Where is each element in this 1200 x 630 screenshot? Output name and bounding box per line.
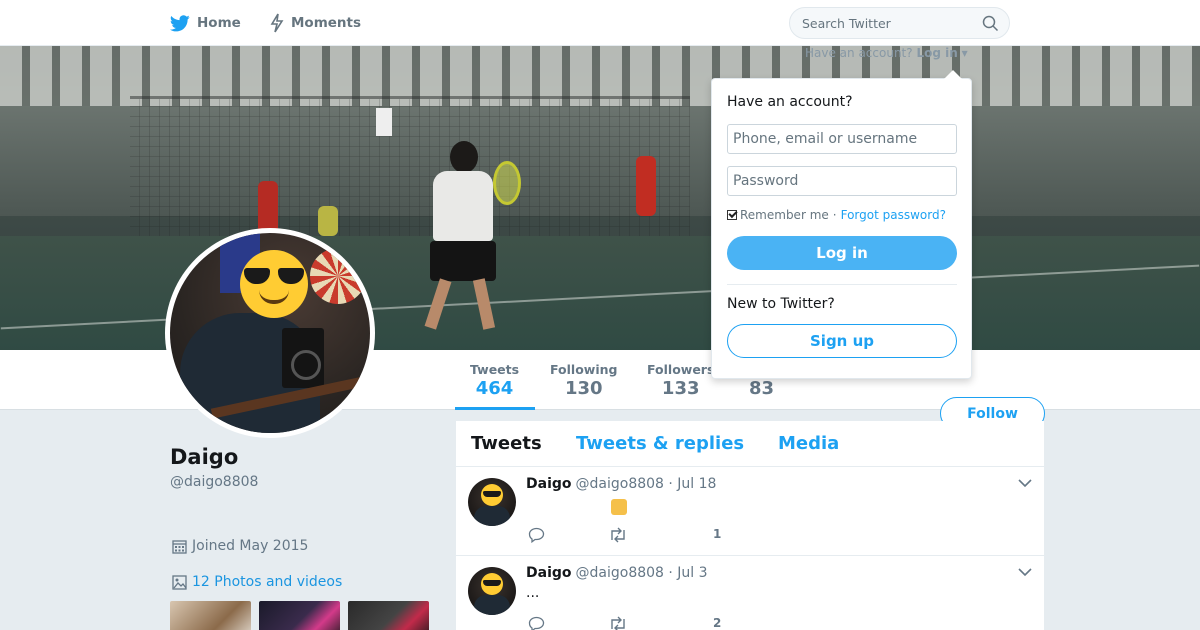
like-count: 1 xyxy=(713,527,722,541)
separator: · xyxy=(832,208,837,222)
photo-thumbnails xyxy=(170,601,429,630)
moments-bolt-icon xyxy=(270,13,284,33)
remember-me-label[interactable]: Remember me xyxy=(740,208,829,222)
tweet-author-name[interactable]: Daigo xyxy=(526,476,572,492)
reply-button[interactable] xyxy=(528,527,545,543)
tweet-text xyxy=(526,496,627,516)
tweet-meta: @daigo8808 · Jul 3 xyxy=(575,565,708,581)
search-placeholder: Search Twitter xyxy=(802,16,891,31)
password-field[interactable]: Password xyxy=(727,166,957,196)
sunglasses-emoji-icon xyxy=(240,250,308,318)
tweet-item[interactable]: Daigo @daigo8808 · Jul 3 ... 2 xyxy=(456,556,1044,630)
stat-value: 464 xyxy=(475,378,514,399)
divider xyxy=(727,284,957,285)
caret-down-icon[interactable] xyxy=(1018,568,1032,577)
tweet-actions: 1 xyxy=(528,527,828,547)
reply-icon xyxy=(528,616,545,630)
tweet-text: ... xyxy=(526,585,540,601)
login-prompt: Have an account? xyxy=(805,46,913,60)
stat-label: Tweets xyxy=(470,362,520,377)
photos-videos-link[interactable]: 12 Photos and videos xyxy=(172,574,342,590)
like-button[interactable]: 1 xyxy=(713,527,721,541)
tab-tweets-replies[interactable]: Tweets & replies xyxy=(576,433,744,454)
photos-label: 12 Photos and videos xyxy=(192,574,343,590)
reply-button[interactable] xyxy=(528,616,545,630)
stat-label: Followers xyxy=(647,362,715,377)
remember-me-checkbox[interactable] xyxy=(727,210,737,220)
retweet-button[interactable] xyxy=(608,616,628,630)
stat-following[interactable]: Following 130 xyxy=(550,362,617,399)
login-button[interactable]: Log in xyxy=(727,236,957,270)
tab-tweets[interactable]: Tweets xyxy=(471,433,542,454)
signup-button[interactable]: Sign up xyxy=(727,324,957,358)
timeline: Tweets Tweets & replies Media Daigo @daig… xyxy=(456,421,1044,630)
profile-name[interactable]: Daigo xyxy=(170,445,238,469)
tweet-meta: @daigo8808 · Jul 18 xyxy=(575,476,717,492)
caret-down-icon[interactable] xyxy=(1018,479,1032,488)
tweet-author-name[interactable]: Daigo xyxy=(526,565,572,581)
dropdown-arrow xyxy=(944,70,962,79)
retweet-button[interactable] xyxy=(608,527,628,543)
search-icon[interactable] xyxy=(982,15,999,32)
caret-down-icon: ▾ xyxy=(957,46,968,60)
calendar-icon xyxy=(172,539,187,554)
username-field[interactable]: Phone, email or username xyxy=(727,124,957,154)
login-link[interactable]: Log in xyxy=(916,46,957,60)
nav-home-label: Home xyxy=(197,15,241,31)
thumbs-up-emoji-icon xyxy=(611,499,627,515)
forgot-password-link[interactable]: Forgot password? xyxy=(841,208,946,222)
photo-thumbnail[interactable] xyxy=(259,601,340,630)
retweet-icon xyxy=(611,527,625,543)
tweet-avatar[interactable] xyxy=(468,478,516,526)
profile-handle[interactable]: @daigo8808 xyxy=(170,474,258,490)
twitter-bird-icon xyxy=(170,14,190,31)
retweet-icon xyxy=(611,616,625,630)
remember-me-row: Remember me · Forgot password? xyxy=(727,208,946,222)
search-input[interactable]: Search Twitter xyxy=(789,7,1010,39)
stat-followers[interactable]: Followers 133 xyxy=(647,362,714,399)
nav-home[interactable]: Home xyxy=(170,0,241,46)
tweet-header: Daigo @daigo8808 · Jul 18 xyxy=(526,476,716,492)
stat-value: 133 xyxy=(661,378,700,399)
like-button[interactable]: 2 xyxy=(713,616,721,630)
reply-icon xyxy=(528,527,545,543)
photo-icon xyxy=(172,574,187,590)
profile-avatar[interactable] xyxy=(165,228,375,438)
active-stat-indicator xyxy=(455,407,535,410)
photo-thumbnail[interactable] xyxy=(348,601,429,630)
login-dropdown-title: Have an account? xyxy=(727,94,853,110)
timeline-tabs: Tweets Tweets & replies Media xyxy=(456,421,1044,467)
tab-media[interactable]: Media xyxy=(778,433,839,454)
new-to-twitter-label: New to Twitter? xyxy=(727,296,835,312)
like-count: 2 xyxy=(713,616,722,630)
stat-tweets[interactable]: Tweets 464 xyxy=(470,362,519,399)
stat-label: Following xyxy=(550,362,618,377)
login-dropdown: Have an account? Phone, email or usernam… xyxy=(711,70,972,379)
tweet-avatar[interactable] xyxy=(468,567,516,615)
stat-value: 130 xyxy=(564,378,603,399)
photo-thumbnail[interactable] xyxy=(170,601,251,630)
tweet-item[interactable]: Daigo @daigo8808 · Jul 18 1 xyxy=(456,467,1044,556)
tweet-actions: 2 xyxy=(528,616,828,630)
tweet-header: Daigo @daigo8808 · Jul 3 xyxy=(526,565,708,581)
nav-moments[interactable]: Moments xyxy=(270,0,361,46)
login-toggle[interactable]: Have an account? Log in ▾ xyxy=(805,46,968,60)
joined-date: Joined May 2015 xyxy=(172,538,308,554)
top-nav: Home Moments Search Twitter xyxy=(0,0,1200,46)
nav-moments-label: Moments xyxy=(291,15,362,31)
stat-value: 83 xyxy=(749,378,775,399)
joined-label: Joined May 2015 xyxy=(192,538,309,554)
